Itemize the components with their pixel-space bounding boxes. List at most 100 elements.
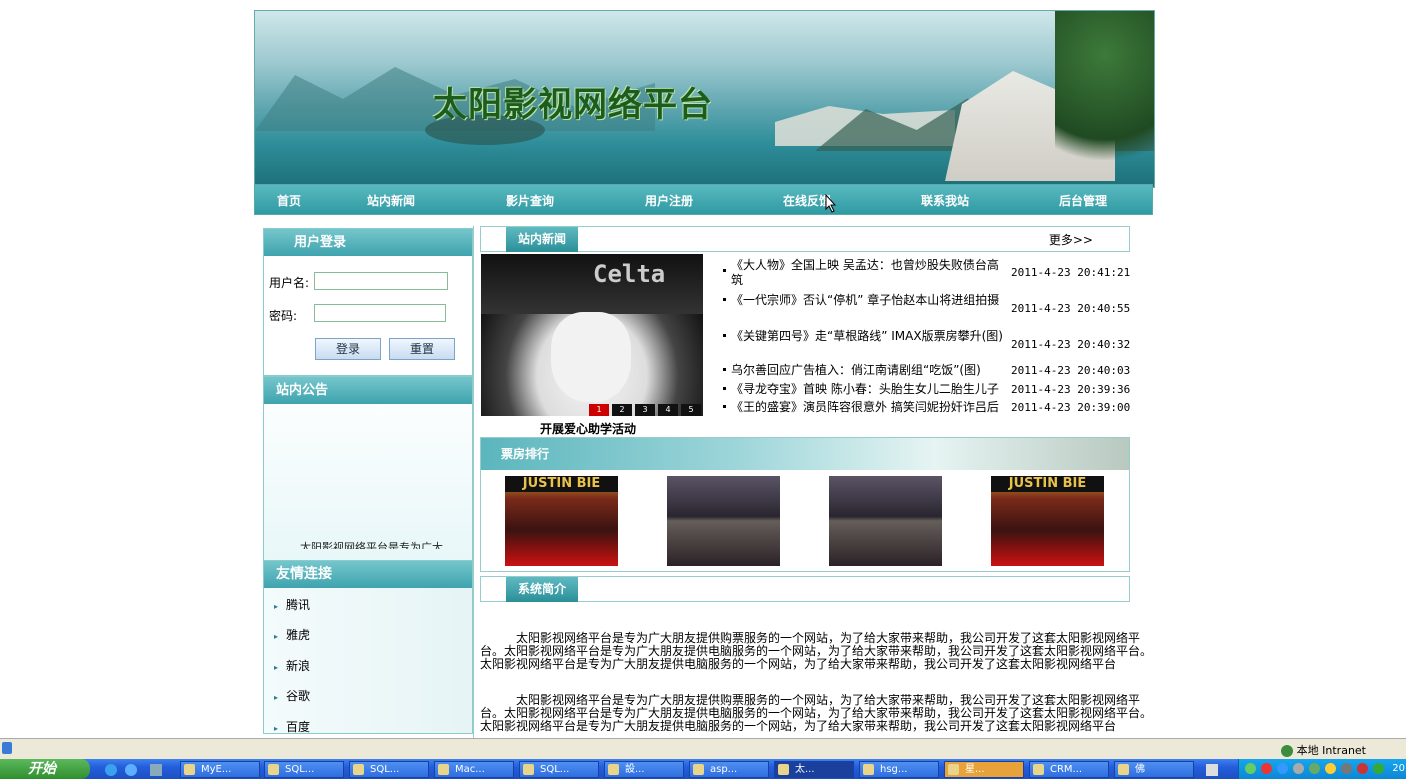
tray-icon[interactable] xyxy=(1277,763,1288,774)
poster-title: JUSTIN BIE xyxy=(505,476,618,492)
nav-movie-search[interactable]: 影片查询 xyxy=(506,192,554,209)
taskbar-item[interactable]: SQL... xyxy=(264,761,344,778)
news-item-title[interactable]: 乌尔善回应广告植入：俏江南请剧组“吃饭”(图) xyxy=(731,363,1003,378)
taskbar-item[interactable]: CRM... xyxy=(1029,761,1109,778)
globe-icon xyxy=(1280,745,1293,757)
link-yahoo[interactable]: ▸ 雅虎 xyxy=(274,626,310,643)
start-button[interactable]: 开始 xyxy=(0,759,90,779)
movie-poster[interactable] xyxy=(829,476,942,566)
security-zone-label: 本地 Intranet xyxy=(1296,744,1366,757)
friend-links-panel: 友情连接 ▸ 腾讯 ▸ 雅虎 ▸ 新浪 ▸ 谷歌 ▸ 百度 xyxy=(263,560,473,734)
tray-icon[interactable] xyxy=(1309,763,1320,774)
slide-page-4[interactable]: 4 xyxy=(658,404,678,416)
taskbar-item[interactable]: asp... xyxy=(689,761,769,778)
taskbar-item-label: SQL... xyxy=(370,764,400,775)
browser-quicklaunch-icon[interactable] xyxy=(125,764,137,776)
movie-poster[interactable] xyxy=(667,476,780,566)
news-item-title[interactable]: 《一代宗师》否认“停机” 章子怡赵本山将进组拍摄 xyxy=(731,293,1003,308)
movie-poster[interactable]: JUSTIN BIE xyxy=(991,476,1104,566)
intro-paragraph: 太阳影视网络平台是专为广大朋友提供购票服务的一个网站，为了给大家带来帮助，我公司… xyxy=(480,694,1152,733)
news-item-title[interactable]: 《大人物》全国上映 吴孟达：也曾炒股失败债台高筑 xyxy=(731,258,1003,288)
taskbar-item[interactable]: MyE... xyxy=(180,761,260,778)
taskbar-item-active[interactable]: 太... xyxy=(774,761,854,778)
taskbar-item-label: MyE... xyxy=(201,764,232,775)
slide-page-5[interactable]: 5 xyxy=(681,404,701,416)
news-slideshow-image[interactable]: Celta xyxy=(481,254,703,416)
taskbar-item[interactable]: 佛 xyxy=(1114,761,1194,778)
shield-icon[interactable] xyxy=(1373,763,1384,774)
site-title: 太阳影视网络平台 xyxy=(433,85,713,125)
reset-button[interactable]: 重置 xyxy=(389,338,455,360)
link-tencent[interactable]: ▸ 腾讯 xyxy=(274,596,310,613)
news-item-title[interactable]: 《关键第四号》走“草根路线” IMAX版票房攀升(图) xyxy=(731,329,1003,344)
nav-feedback[interactable]: 在线反馈 xyxy=(783,192,831,209)
link-label: 腾讯 xyxy=(286,598,311,612)
app-icon xyxy=(863,764,874,775)
bullet-icon: ▸ xyxy=(274,663,279,672)
page-icon xyxy=(2,742,12,754)
link-label: 谷歌 xyxy=(286,689,311,703)
tray-icon[interactable] xyxy=(1341,763,1352,774)
news-header: 站内新闻 更多>> xyxy=(480,226,1130,252)
nav-register[interactable]: 用户注册 xyxy=(645,192,693,209)
taskbar-item[interactable]: hsg... xyxy=(859,761,939,778)
username-input[interactable] xyxy=(314,272,448,290)
tray-icon[interactable] xyxy=(1293,763,1304,774)
bullet-icon xyxy=(723,334,726,337)
links-title: 友情连接 xyxy=(264,561,472,588)
tray-icon[interactable] xyxy=(1357,763,1368,774)
nav-contact[interactable]: 联系我站 xyxy=(921,192,969,209)
app-icon xyxy=(184,764,195,775)
taskbar-item-label: Mac... xyxy=(455,764,485,775)
bullet-icon xyxy=(723,269,726,272)
nav-news[interactable]: 站内新闻 xyxy=(367,192,415,209)
news-more-link[interactable]: 更多>> xyxy=(1049,231,1093,248)
link-baidu[interactable]: ▸ 百度 xyxy=(274,718,310,735)
slide-page-1[interactable]: 1 xyxy=(589,404,609,416)
slide-page-2[interactable]: 2 xyxy=(612,404,632,416)
nav-admin[interactable]: 后台管理 xyxy=(1059,192,1107,209)
mouse-cursor-icon xyxy=(825,194,837,213)
link-label: 百度 xyxy=(286,720,311,734)
taskbar-item[interactable]: 星... xyxy=(944,761,1024,778)
ie-quicklaunch-icon[interactable] xyxy=(105,764,117,776)
movie-poster[interactable]: JUSTIN BIE xyxy=(505,476,618,566)
bullet-icon xyxy=(723,405,726,408)
news-title: 站内新闻 xyxy=(506,227,579,252)
news-item-date: 2011-4-23 20:40:03 xyxy=(1011,364,1131,377)
taskbar-item-label: asp... xyxy=(710,764,738,775)
news-item-title[interactable]: 《王的盛宴》演员阵容很意外 搞笑闫妮扮奸诈吕后 xyxy=(731,400,1003,415)
slide-page-3[interactable]: 3 xyxy=(635,404,655,416)
news-item-date: 2011-4-23 20:39:36 xyxy=(1011,383,1131,396)
intro-paragraph: 太阳影视网络平台是专为广大朋友提供购票服务的一个网站，为了给大家带来帮助，我公司… xyxy=(480,631,1153,671)
taskbar-item[interactable]: SQL... xyxy=(519,761,599,778)
app-icon xyxy=(523,764,534,775)
system-tray: 20 xyxy=(1238,759,1406,779)
folder-icon xyxy=(693,764,704,775)
taskbar-item[interactable]: 設... xyxy=(604,761,684,778)
taskbar-item[interactable]: Mac... xyxy=(434,761,514,778)
app-icon xyxy=(948,764,959,775)
password-input[interactable] xyxy=(314,304,446,322)
tray-icon[interactable] xyxy=(1245,763,1256,774)
news-item-date: 2011-4-23 20:39:00 xyxy=(1011,401,1131,414)
link-sina[interactable]: ▸ 新浪 xyxy=(274,657,310,674)
notice-title: 站内公告 xyxy=(264,377,472,404)
slideshow-caption[interactable]: 开展爱心助学活动 xyxy=(540,420,636,437)
app-icon xyxy=(268,764,279,775)
link-google[interactable]: ▸ 谷歌 xyxy=(274,687,310,704)
notice-marquee: 太阳影视网络平台是专为广大 xyxy=(300,541,443,549)
desktop-quicklaunch-icon[interactable] xyxy=(150,764,162,776)
keyboard-icon[interactable] xyxy=(1206,764,1218,776)
taskbar-item[interactable]: SQL... xyxy=(349,761,429,778)
nav-home[interactable]: 首页 xyxy=(277,192,301,209)
login-button[interactable]: 登录 xyxy=(315,338,381,360)
tray-icon[interactable] xyxy=(1261,763,1272,774)
taskbar-item-label: hsg... xyxy=(880,764,908,775)
app-icon xyxy=(353,764,364,775)
tray-icon[interactable] xyxy=(1325,763,1336,774)
security-zone: 本地 Intranet xyxy=(1280,742,1366,758)
bullet-icon xyxy=(723,368,726,371)
clock[interactable]: 20 xyxy=(1392,763,1405,774)
news-item-title[interactable]: 《寻龙夺宝》首映 陈小春：头胎生女儿二胎生儿子 xyxy=(731,382,1003,397)
